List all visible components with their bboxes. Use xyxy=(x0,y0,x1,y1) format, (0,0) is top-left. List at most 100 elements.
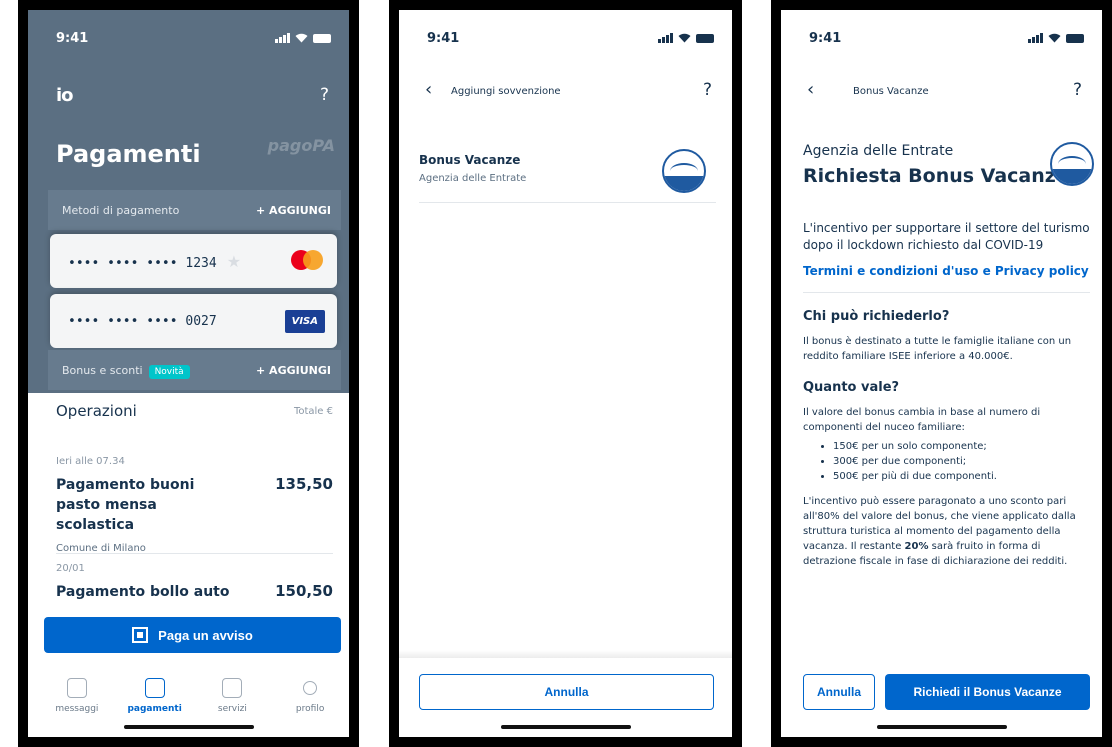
operations-header: Operazioni Totale € xyxy=(56,402,333,420)
tab-pagamenti[interactable]: pagamenti xyxy=(120,678,190,714)
tab-label: pagamenti xyxy=(127,704,182,714)
card-number: •••• •••• •••• 1234 xyxy=(68,255,217,271)
divider xyxy=(56,553,333,554)
agency-logo-icon xyxy=(1050,142,1094,186)
home-indicator xyxy=(876,725,1007,729)
page-title: Pagamenti xyxy=(56,140,201,168)
status-icons xyxy=(275,33,331,43)
page-title: Richiesta Bonus Vacanze xyxy=(803,165,1069,187)
transaction-date: Ieri alle 07.34 xyxy=(56,456,125,467)
io-logo: io xyxy=(56,85,74,106)
tab-servizi[interactable]: servizi xyxy=(197,678,267,714)
star-icon[interactable]: ★ xyxy=(227,252,241,271)
operations-title: Operazioni xyxy=(56,402,137,420)
request-bonus-button[interactable]: Richiedi il Bonus Vacanze xyxy=(885,674,1090,710)
payment-card[interactable]: •••• •••• •••• 1234 ★ xyxy=(50,234,337,288)
help-icon[interactable]: ? xyxy=(1073,80,1082,100)
status-bar: 9:41 xyxy=(28,10,349,66)
detail-bold: 20% xyxy=(904,541,929,552)
services-icon xyxy=(222,678,243,698)
status-bar: 9:41 xyxy=(399,10,732,66)
signal-icon xyxy=(658,33,673,43)
add-payment-method-button[interactable]: + AGGIUNGI xyxy=(256,204,331,217)
value-list: 150€ per un solo componente; 300€ per du… xyxy=(833,439,1090,484)
profile-icon xyxy=(303,681,318,695)
transaction-amount: 135,50 xyxy=(275,475,333,493)
cancel-button[interactable]: Annulla xyxy=(419,674,714,710)
list-item: 150€ per un solo componente; xyxy=(833,439,1090,454)
battery-icon xyxy=(313,33,331,43)
help-icon[interactable]: ? xyxy=(703,80,712,100)
wallet-icon xyxy=(144,678,165,698)
tab-label: messaggi xyxy=(55,704,99,714)
new-badge: Novità xyxy=(148,364,190,379)
back-arrow-icon[interactable]: ‹ xyxy=(425,79,432,100)
tab-label: servizi xyxy=(217,704,247,714)
list-item-bonus-vacanze[interactable]: Bonus Vacanze Agenzia delle Entrate xyxy=(419,143,716,203)
add-bonus-button[interactable]: + AGGIUNGI xyxy=(256,364,331,377)
back-arrow-icon[interactable]: ‹ xyxy=(807,79,814,100)
who-text: Il bonus è destinato a tutte le famiglie… xyxy=(803,336,1072,362)
mastercard-icon xyxy=(289,248,325,274)
cancel-button[interactable]: Annulla xyxy=(803,674,875,710)
status-time: 9:41 xyxy=(809,30,842,46)
tab-messaggi[interactable]: messaggi xyxy=(42,678,112,714)
card-number: •••• •••• •••• 0027 xyxy=(68,313,217,329)
section-heading-value: Quanto vale? xyxy=(803,380,900,395)
bonus-label-group: Bonus e sconti Novità xyxy=(62,363,190,379)
transaction-item[interactable]: 20/01 Pagamento bollo auto 150,50 xyxy=(56,563,333,607)
footer-actions: Annulla Richiedi il Bonus Vacanze xyxy=(803,674,1090,710)
status-icons xyxy=(658,33,714,43)
bonus-label: Bonus e sconti xyxy=(62,363,143,377)
detail-text: L'incentivo può essere paragonato a uno … xyxy=(803,494,1090,569)
signal-icon xyxy=(275,33,290,43)
transaction-date: 20/01 xyxy=(56,563,85,574)
bonus-header: Bonus e sconti Novità + AGGIUNGI xyxy=(48,350,341,390)
nav-bar: ‹ Aggiungi sovvenzione ? xyxy=(399,76,732,106)
phone-screen-add-subsidy: 9:41 ‹ Aggiungi sovvenzione ? Bonus Vaca… xyxy=(389,0,742,747)
transaction-description: Pagamento bollo auto xyxy=(56,584,230,600)
home-indicator xyxy=(500,725,631,729)
transaction-description: Pagamento buoni pasto mensa scolastica xyxy=(56,477,195,533)
pay-notice-button[interactable]: Paga un avviso xyxy=(44,617,341,653)
tab-label: profilo xyxy=(295,704,325,714)
status-time: 9:41 xyxy=(427,30,460,46)
wifi-icon xyxy=(1048,33,1061,43)
wifi-icon xyxy=(678,33,691,43)
visa-logo: VISA xyxy=(284,309,325,333)
nav-title: Bonus Vacanze xyxy=(853,86,929,97)
operations-total-label: Totale € xyxy=(293,405,333,417)
pagopa-logo: pagoPA xyxy=(267,136,335,155)
list-item: 500€ per più di due componenti. xyxy=(833,469,1090,484)
terms-privacy-link[interactable]: Termini e condizioni d'uso e Privacy pol… xyxy=(803,264,1090,278)
divider xyxy=(803,292,1090,293)
list-item: 300€ per due componenti; xyxy=(833,454,1090,469)
pay-notice-label: Paga un avviso xyxy=(158,627,253,643)
qr-code-icon xyxy=(132,627,149,643)
message-icon xyxy=(66,678,87,698)
phone-screen-bonus-request: 9:41 ‹ Bonus Vacanze ? Agenzia delle Ent… xyxy=(771,0,1112,747)
transaction-amount: 150,50 xyxy=(275,582,333,600)
intro-text: L'incentivo per supportare il settore de… xyxy=(803,221,1090,252)
tab-profilo[interactable]: profilo xyxy=(275,678,345,714)
status-bar: 9:41 xyxy=(781,10,1102,66)
wifi-icon xyxy=(295,33,308,43)
battery-icon xyxy=(1066,33,1084,43)
footer-shadow xyxy=(399,650,732,658)
status-time: 9:41 xyxy=(56,30,89,46)
battery-icon xyxy=(696,33,714,43)
payment-methods-header: Metodi di pagamento + AGGIUNGI xyxy=(48,190,341,230)
transaction-row: Pagamento buoni pasto mensa scolastica 1… xyxy=(56,475,333,535)
phone-screen-payments: 9:41 io ? Pagamenti pagoPA Metodi di pag… xyxy=(18,0,359,747)
signal-icon xyxy=(1028,33,1043,43)
bonus-description: L'incentivo per supportare il settore de… xyxy=(803,220,1090,650)
nav-bar: ‹ Bonus Vacanze ? xyxy=(781,76,1102,106)
help-icon[interactable]: ? xyxy=(320,85,329,105)
card-number-row: •••• •••• •••• 1234 ★ xyxy=(68,252,241,271)
status-icons xyxy=(1028,33,1084,43)
home-indicator xyxy=(123,725,254,729)
value-text: Il valore del bonus cambia in base al nu… xyxy=(803,407,1041,433)
transaction-row: Pagamento bollo auto 150,50 xyxy=(56,582,333,602)
transaction-item[interactable]: Ieri alle 07.34 Pagamento buoni pasto me… xyxy=(56,456,333,554)
payment-card[interactable]: •••• •••• •••• 0027 VISA xyxy=(50,294,337,348)
